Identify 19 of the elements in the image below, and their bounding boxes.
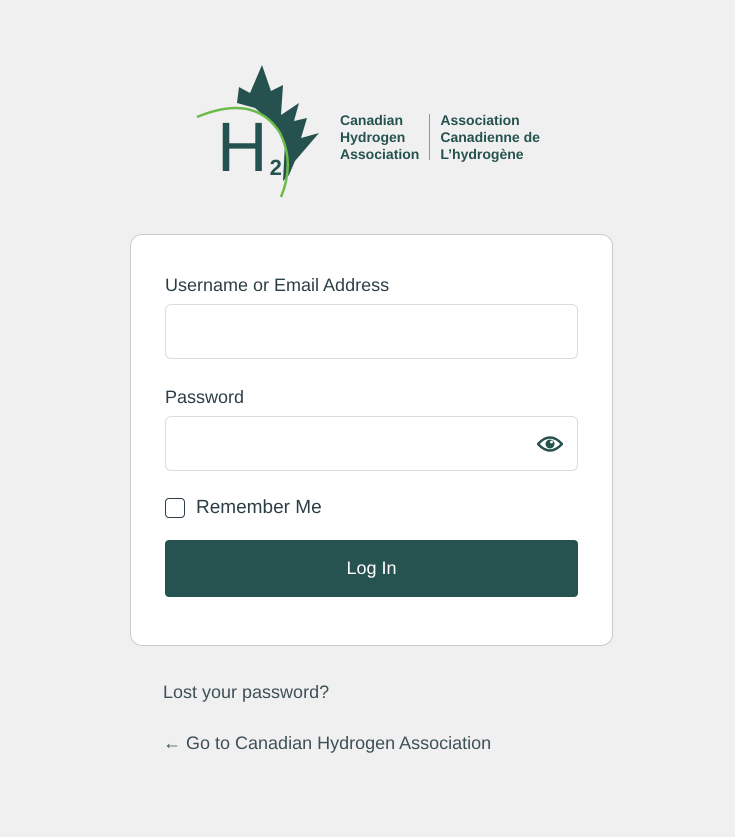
- password-label: Password: [165, 387, 246, 408]
- logo-name-line: Hydrogen: [340, 128, 406, 146]
- password-field[interactable]: [165, 416, 578, 471]
- arc-icon: [196, 106, 289, 198]
- logo-name-line: Association: [340, 146, 420, 162]
- logo-name-line: Canadian: [340, 112, 404, 128]
- nav-link[interactable]: ← Go to Canadian Hydrogen Association: [163, 733, 735, 754]
- logo-subscript: 2: [270, 159, 282, 177]
- login-button[interactable]: Log In: [165, 540, 578, 597]
- username-label: Username or Email Address: [165, 275, 390, 296]
- remember-label[interactable]: Remember Me: [196, 497, 322, 519]
- nav-link[interactable]: Lost your password?: [163, 682, 735, 703]
- username-field[interactable]: [165, 304, 578, 359]
- logo-name-line: Association: [440, 112, 521, 128]
- logo-name-line: L’hydrogène: [440, 146, 525, 162]
- remember-checkbox[interactable]: [165, 498, 185, 518]
- logo-name-line: Canadienne de: [440, 128, 540, 146]
- show-password-icon[interactable]: [537, 434, 563, 452]
- logo-mark: H: [217, 121, 268, 173]
